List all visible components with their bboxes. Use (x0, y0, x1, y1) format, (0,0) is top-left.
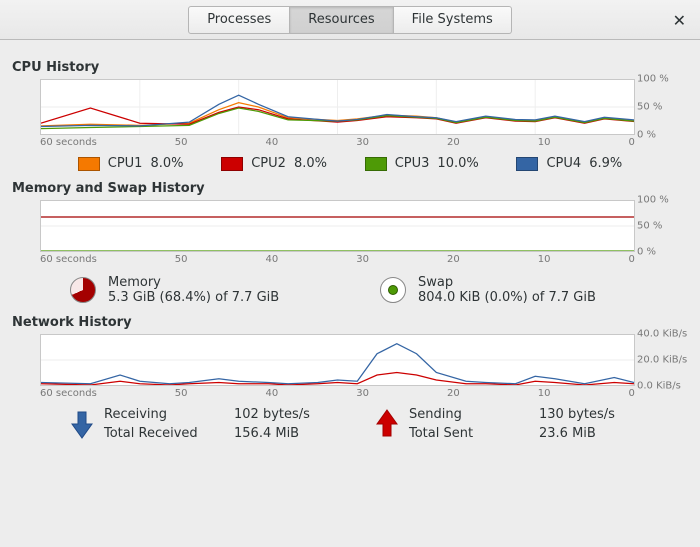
memory-label: Memory (108, 275, 279, 290)
ytick: 40.0 KiB/s (637, 329, 687, 340)
net-receiving[interactable]: Receiving 102 bytes/s Total Received 156… (70, 407, 355, 441)
swap-pie-icon (380, 277, 406, 303)
mem-xaxis: 60 seconds5040 3020100 (40, 254, 635, 265)
memory-detail: 5.3 GiB (68.4%) of 7.7 GiB (108, 290, 279, 305)
ytick: 100 % (637, 195, 669, 206)
cpu-chart: 100 % 50 % 0 % (40, 79, 635, 135)
recv-label: Receiving (104, 407, 224, 422)
arrow-down-icon (70, 408, 94, 440)
recv-total-label: Total Received (104, 426, 224, 441)
swap-label: Swap (418, 275, 596, 290)
legend-cpu1[interactable]: CPU18.0% (78, 156, 184, 171)
ytick: 100 % (637, 74, 669, 85)
ytick: 20.0 KiB/s (637, 355, 687, 366)
legend-cpu2[interactable]: CPU28.0% (221, 156, 327, 171)
ytick: 0.0 KiB/s (637, 381, 681, 392)
net-sending[interactable]: Sending 130 bytes/s Total Sent 23.6 MiB (375, 407, 660, 441)
send-rate: 130 bytes/s (539, 407, 660, 422)
cpu-legend: CPU18.0% CPU28.0% CPU310.0% CPU46.9% (40, 156, 660, 171)
swap-detail: 804.0 KiB (0.0%) of 7.7 GiB (418, 290, 596, 305)
recv-rate: 102 bytes/s (234, 407, 355, 422)
titlebar: Processes Resources File Systems ✕ (0, 0, 700, 40)
tab-filesystems[interactable]: File Systems (394, 6, 512, 34)
send-total-label: Total Sent (409, 426, 529, 441)
close-icon[interactable]: ✕ (673, 11, 686, 30)
legend-cpu4[interactable]: CPU46.9% (516, 156, 622, 171)
ytick: 50 % (637, 221, 662, 232)
mem-chart: 100 % 50 % 0 % (40, 200, 635, 252)
swap-usage[interactable]: Swap 804.0 KiB (0.0%) of 7.7 GiB (380, 275, 660, 305)
cpu-xaxis: 60 seconds5040 3020100 (40, 137, 635, 148)
send-label: Sending (409, 407, 529, 422)
ytick: 50 % (637, 102, 662, 113)
ytick: 0 % (637, 247, 656, 258)
memory-pie-icon (70, 277, 96, 303)
section-title-net: Network History (12, 315, 690, 330)
send-total: 23.6 MiB (539, 426, 660, 441)
memory-usage[interactable]: Memory 5.3 GiB (68.4%) of 7.7 GiB (70, 275, 350, 305)
recv-total: 156.4 MiB (234, 426, 355, 441)
tab-resources[interactable]: Resources (290, 6, 393, 34)
tabset: Processes Resources File Systems (188, 6, 512, 34)
tab-processes[interactable]: Processes (188, 6, 290, 34)
legend-cpu3[interactable]: CPU310.0% (365, 156, 479, 171)
net-chart: 40.0 KiB/s 20.0 KiB/s 0.0 KiB/s (40, 334, 635, 386)
arrow-up-icon (375, 408, 399, 440)
section-title-mem: Memory and Swap History (12, 181, 690, 196)
section-title-cpu: CPU History (12, 60, 690, 75)
ytick: 0 % (637, 130, 656, 141)
net-xaxis: 60 seconds5040 3020100 (40, 388, 635, 399)
